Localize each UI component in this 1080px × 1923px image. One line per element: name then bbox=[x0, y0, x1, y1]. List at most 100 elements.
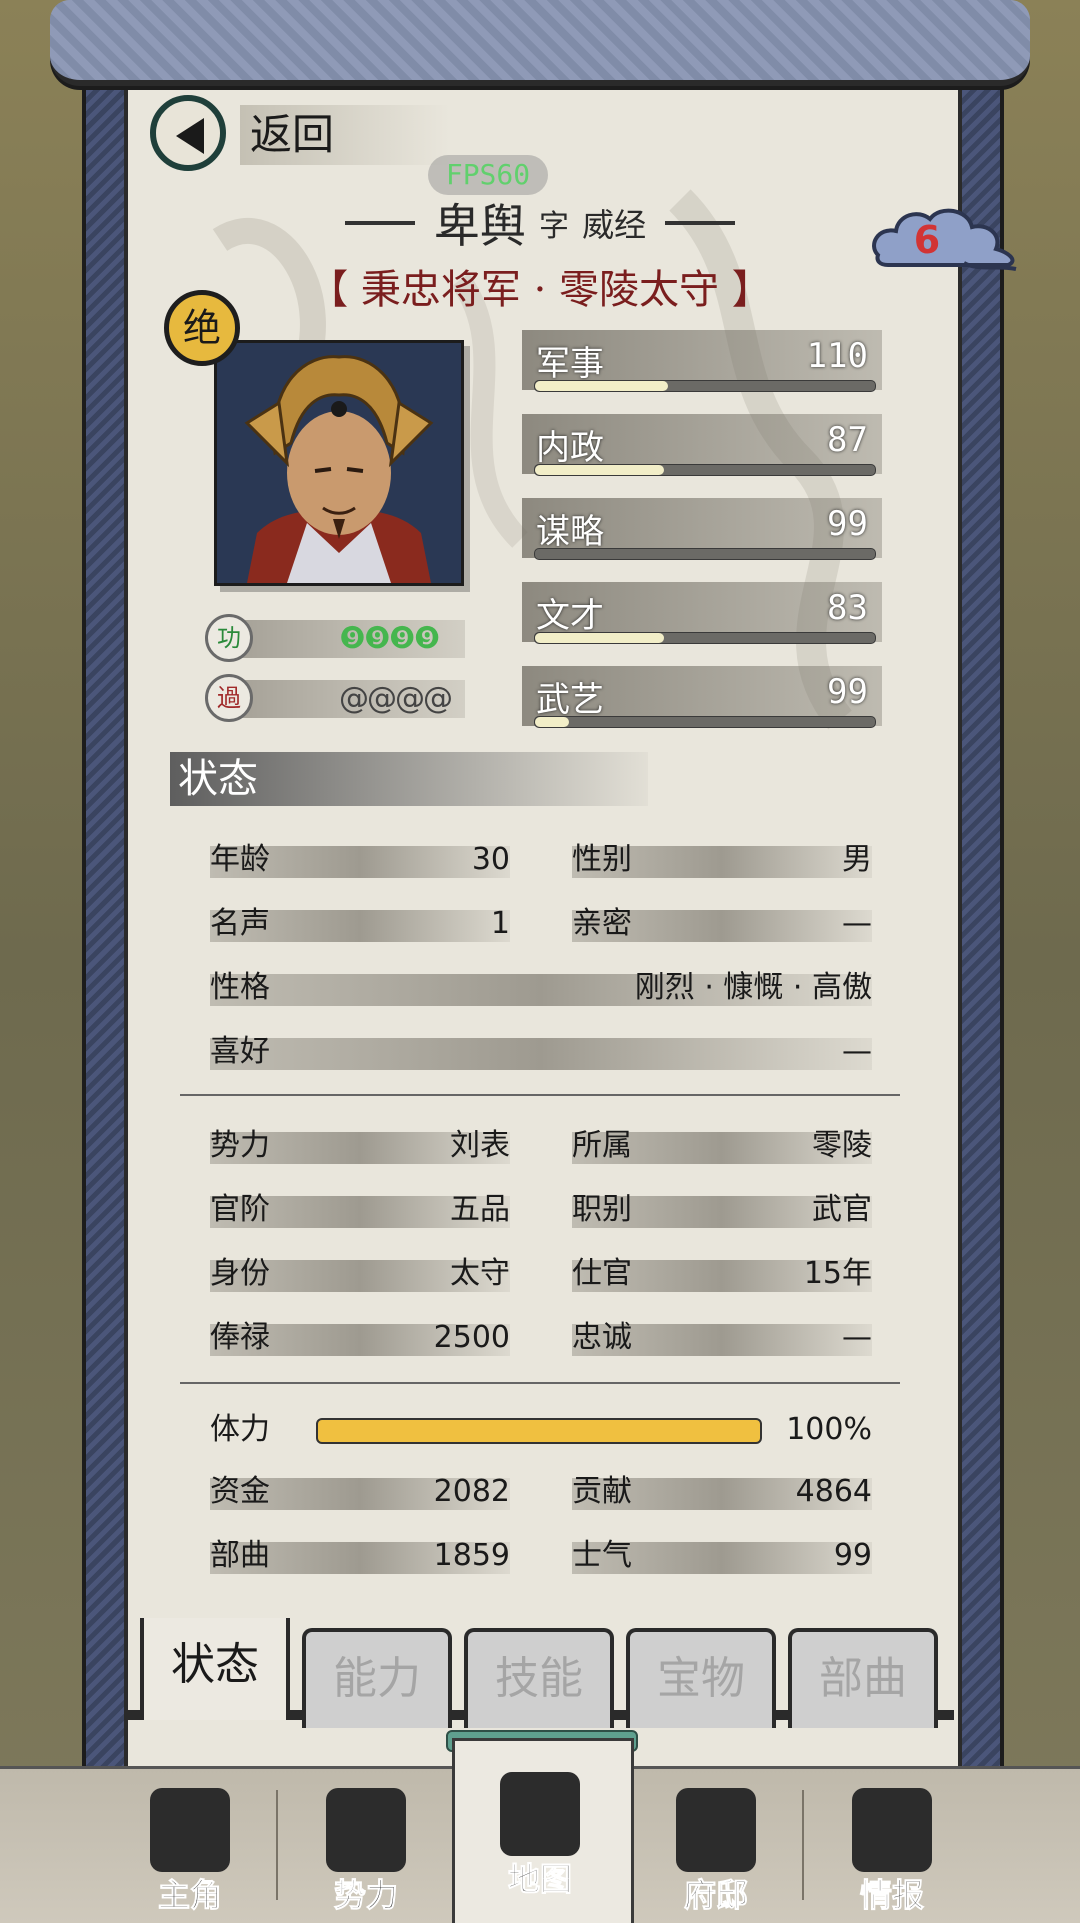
tab-4[interactable]: 部曲 bbox=[788, 1628, 938, 1728]
attribute-value: 83 bbox=[827, 588, 868, 628]
info-faction: 势力 刘表 bbox=[210, 1124, 510, 1164]
attribute-row: 武艺 99 bbox=[522, 666, 882, 738]
attribute-row: 内政 87 bbox=[522, 414, 882, 486]
info-label: 贡献 bbox=[572, 1474, 632, 1509]
nav-item-2[interactable]: 地图 bbox=[460, 1750, 620, 1904]
character-name: 卑舆 bbox=[433, 199, 526, 253]
nav-label: 势力 bbox=[333, 1876, 398, 1915]
info-service: 仕官 15年 bbox=[572, 1252, 872, 1292]
attribute-label: 内政 bbox=[536, 428, 604, 468]
demerit-emblem: 過 bbox=[205, 674, 253, 722]
info-age: 年龄 30 bbox=[210, 838, 510, 878]
attribute-bar-fill bbox=[535, 717, 569, 727]
info-label: 资金 bbox=[210, 1474, 270, 1509]
info-identity: 身份 太守 bbox=[210, 1252, 510, 1292]
tab-0[interactable]: 状态 bbox=[140, 1618, 290, 1720]
stamina-bar-fill bbox=[318, 1420, 760, 1442]
info-gender: 性别 男 bbox=[572, 838, 872, 878]
attribute-bar bbox=[534, 632, 876, 644]
nav-item-0[interactable]: 主角 bbox=[110, 1766, 270, 1920]
ornament-right-icon bbox=[665, 221, 736, 225]
character-title: 【 秉忠将军 · 零陵太守 】 bbox=[308, 267, 772, 313]
tab-1[interactable]: 能力 bbox=[302, 1628, 452, 1728]
divider bbox=[180, 1094, 900, 1096]
info-label: 性格 bbox=[210, 970, 270, 1005]
character-portrait[interactable] bbox=[214, 340, 464, 586]
info-value: 零陵 bbox=[812, 1128, 872, 1163]
info-morale: 士气 99 bbox=[572, 1534, 872, 1574]
rank-badge: 绝 bbox=[164, 290, 240, 366]
banner-flag-icon bbox=[326, 1788, 406, 1872]
info-label: 年龄 bbox=[210, 842, 270, 877]
attribute-value: 99 bbox=[827, 672, 868, 712]
nav-label: 主角 bbox=[157, 1876, 222, 1915]
nav-label: 地图 bbox=[507, 1860, 572, 1899]
courtesy-name: 威经 bbox=[582, 206, 647, 244]
merit-pips: ❾❾❾❾ bbox=[339, 621, 441, 656]
info-value: 1 bbox=[490, 906, 510, 941]
demerit-row: 過 @@@@ bbox=[205, 672, 465, 726]
attribute-label: 军事 bbox=[536, 344, 604, 384]
attribute-label: 文才 bbox=[536, 596, 604, 636]
info-label: 俸禄 bbox=[210, 1320, 270, 1355]
info-value: 男 bbox=[842, 842, 872, 877]
tab-2[interactable]: 技能 bbox=[464, 1628, 614, 1728]
attribute-row: 军事 110 bbox=[522, 330, 882, 402]
nav-separator bbox=[802, 1790, 804, 1900]
info-value: 99 bbox=[833, 1538, 872, 1573]
info-salary: 俸禄 2500 bbox=[210, 1316, 510, 1356]
info-value: 30 bbox=[471, 842, 510, 877]
info-value: 100% bbox=[786, 1412, 872, 1447]
info-troops: 部曲 1859 bbox=[210, 1534, 510, 1574]
info-label: 士气 bbox=[572, 1538, 632, 1573]
info-personality: 性格 刚烈 · 慷慨 · 高傲 bbox=[210, 966, 872, 1006]
attribute-row: 文才 83 bbox=[522, 582, 882, 654]
info-label: 职别 bbox=[572, 1192, 632, 1227]
nav-item-4[interactable]: 情报 bbox=[812, 1766, 972, 1920]
attribute-label: 武艺 bbox=[536, 680, 604, 720]
scroll-report-icon bbox=[852, 1788, 932, 1872]
info-label: 身份 bbox=[210, 1256, 270, 1291]
back-arrow-icon bbox=[150, 95, 226, 171]
info-label: 势力 bbox=[210, 1128, 270, 1163]
info-value: — bbox=[842, 906, 872, 941]
background-left bbox=[0, 0, 90, 1920]
attribute-value: 110 bbox=[806, 336, 868, 376]
info-label: 官阶 bbox=[210, 1192, 270, 1227]
attribute-bar bbox=[534, 380, 876, 392]
info-value: 15年 bbox=[803, 1256, 872, 1291]
attribute-bar-fill bbox=[535, 381, 668, 391]
info-label: 所属 bbox=[572, 1128, 632, 1163]
info-value: 2082 bbox=[433, 1474, 510, 1509]
attribute-value: 87 bbox=[827, 420, 868, 460]
info-intimacy: 亲密 — bbox=[572, 902, 872, 942]
info-rank: 官阶 五品 bbox=[210, 1188, 510, 1228]
info-value: 五品 bbox=[450, 1192, 510, 1227]
attribute-bar-fill bbox=[535, 465, 665, 475]
back-label: 返回 bbox=[240, 105, 450, 165]
nav-item-1[interactable]: 势力 bbox=[286, 1766, 446, 1920]
merit-emblem: 功 bbox=[205, 614, 253, 662]
tab-3[interactable]: 宝物 bbox=[626, 1628, 776, 1728]
attribute-bar bbox=[534, 548, 876, 560]
info-bar bbox=[210, 1038, 872, 1070]
info-post: 职别 武官 bbox=[572, 1188, 872, 1228]
attribute-bar bbox=[534, 716, 876, 728]
attribute-bar bbox=[534, 464, 876, 476]
attribute-bar-fill bbox=[535, 633, 665, 643]
attribute-row: 谋略 99 bbox=[522, 498, 882, 570]
nav-item-3[interactable]: 府邸 bbox=[636, 1766, 796, 1920]
info-value: — bbox=[842, 1034, 872, 1069]
fps-counter: FPS60 bbox=[428, 155, 548, 195]
mansion-icon bbox=[676, 1788, 756, 1872]
info-value: 1859 bbox=[433, 1538, 510, 1573]
character-name-row: 卑舆 字 威经 bbox=[300, 190, 780, 253]
scroll-top-roller bbox=[50, 0, 1030, 86]
info-value: 刘表 bbox=[450, 1128, 510, 1163]
demerit-pips: @@@@ bbox=[339, 681, 453, 716]
info-label: 体力 bbox=[210, 1412, 270, 1447]
nav-label: 府邸 bbox=[683, 1876, 748, 1915]
info-label: 名声 bbox=[210, 906, 270, 941]
portrait-art bbox=[217, 343, 461, 583]
stamina-bar bbox=[316, 1418, 762, 1444]
